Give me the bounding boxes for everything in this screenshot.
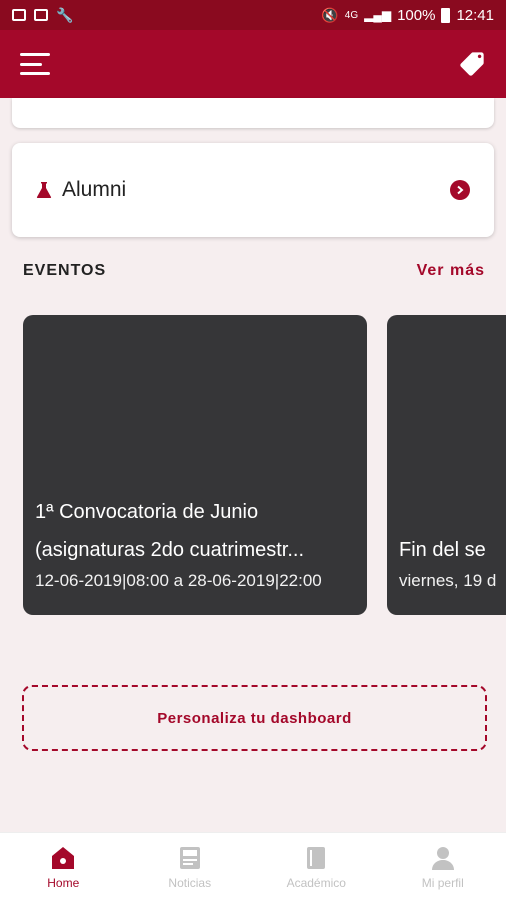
- status-bar: 🔧 🔇 4G ▂▄▆ 100% 12:41: [0, 0, 506, 30]
- tag-icon[interactable]: [458, 50, 486, 78]
- flask-icon: [36, 182, 52, 198]
- home-icon: [52, 846, 75, 869]
- gallery-notification-icon: [34, 9, 48, 21]
- nav-label-news: Noticias: [168, 875, 212, 890]
- nav-label-profile: Mi perfil: [421, 875, 464, 890]
- battery-level: 100%: [397, 6, 436, 24]
- signal-icon: ▂▄▆: [364, 8, 392, 22]
- events-header: EVENTOS Ver más: [23, 258, 485, 284]
- nav-item-academic[interactable]: Académico: [253, 833, 380, 900]
- event-date: 12-06-2019|08:00 a 28-06-2019|22:00: [35, 571, 322, 590]
- mute-icon: 🔇: [321, 6, 339, 23]
- event-title-line1: 1ª Convocatoria de Junio: [35, 501, 259, 523]
- nav-item-news[interactable]: Noticias: [127, 833, 254, 900]
- battery-icon: [441, 7, 451, 23]
- nav-label-home: Home: [47, 875, 80, 890]
- hamburger-icon[interactable]: [20, 53, 50, 75]
- event-title: Fin del se: [399, 539, 486, 561]
- book-icon: [307, 846, 326, 869]
- event-card[interactable]: Fin del se viernes, 19 d: [387, 315, 506, 615]
- bottom-nav: Home Noticias Académico Mi perfil: [0, 832, 506, 900]
- wrench-icon: 🔧: [56, 7, 74, 23]
- event-card[interactable]: 1ª Convocatoria de Junio (asignaturas 2d…: [23, 315, 367, 615]
- network-type: 4G: [344, 9, 359, 21]
- nav-item-home[interactable]: Home: [0, 833, 127, 900]
- event-date: viernes, 19 d: [399, 571, 497, 590]
- events-title: EVENTOS: [23, 262, 107, 279]
- nav-label-academic: Académico: [286, 875, 346, 890]
- events-carousel[interactable]: 1ª Convocatoria de Junio (asignaturas 2d…: [23, 315, 506, 615]
- event-title-line2: (asignaturas 2do cuatrimestr...: [35, 539, 305, 561]
- image-notification-icon: [12, 9, 26, 21]
- event-title: 1ª Convocatoria de Junio (asignaturas 2d…: [35, 493, 361, 569]
- see-more-link[interactable]: Ver más: [417, 262, 485, 280]
- previous-card[interactable]: [12, 98, 494, 128]
- alumni-card[interactable]: Alumni: [12, 143, 494, 237]
- app-bar: [0, 30, 506, 98]
- alumni-label: Alumni: [62, 178, 127, 201]
- customize-dashboard-button[interactable]: Personaliza tu dashboard: [22, 685, 487, 751]
- nav-item-profile[interactable]: Mi perfil: [380, 833, 506, 900]
- profile-icon: [431, 846, 454, 870]
- chevron-right-icon[interactable]: [450, 180, 470, 200]
- clock: 12:41: [456, 6, 494, 24]
- news-icon: [179, 846, 200, 869]
